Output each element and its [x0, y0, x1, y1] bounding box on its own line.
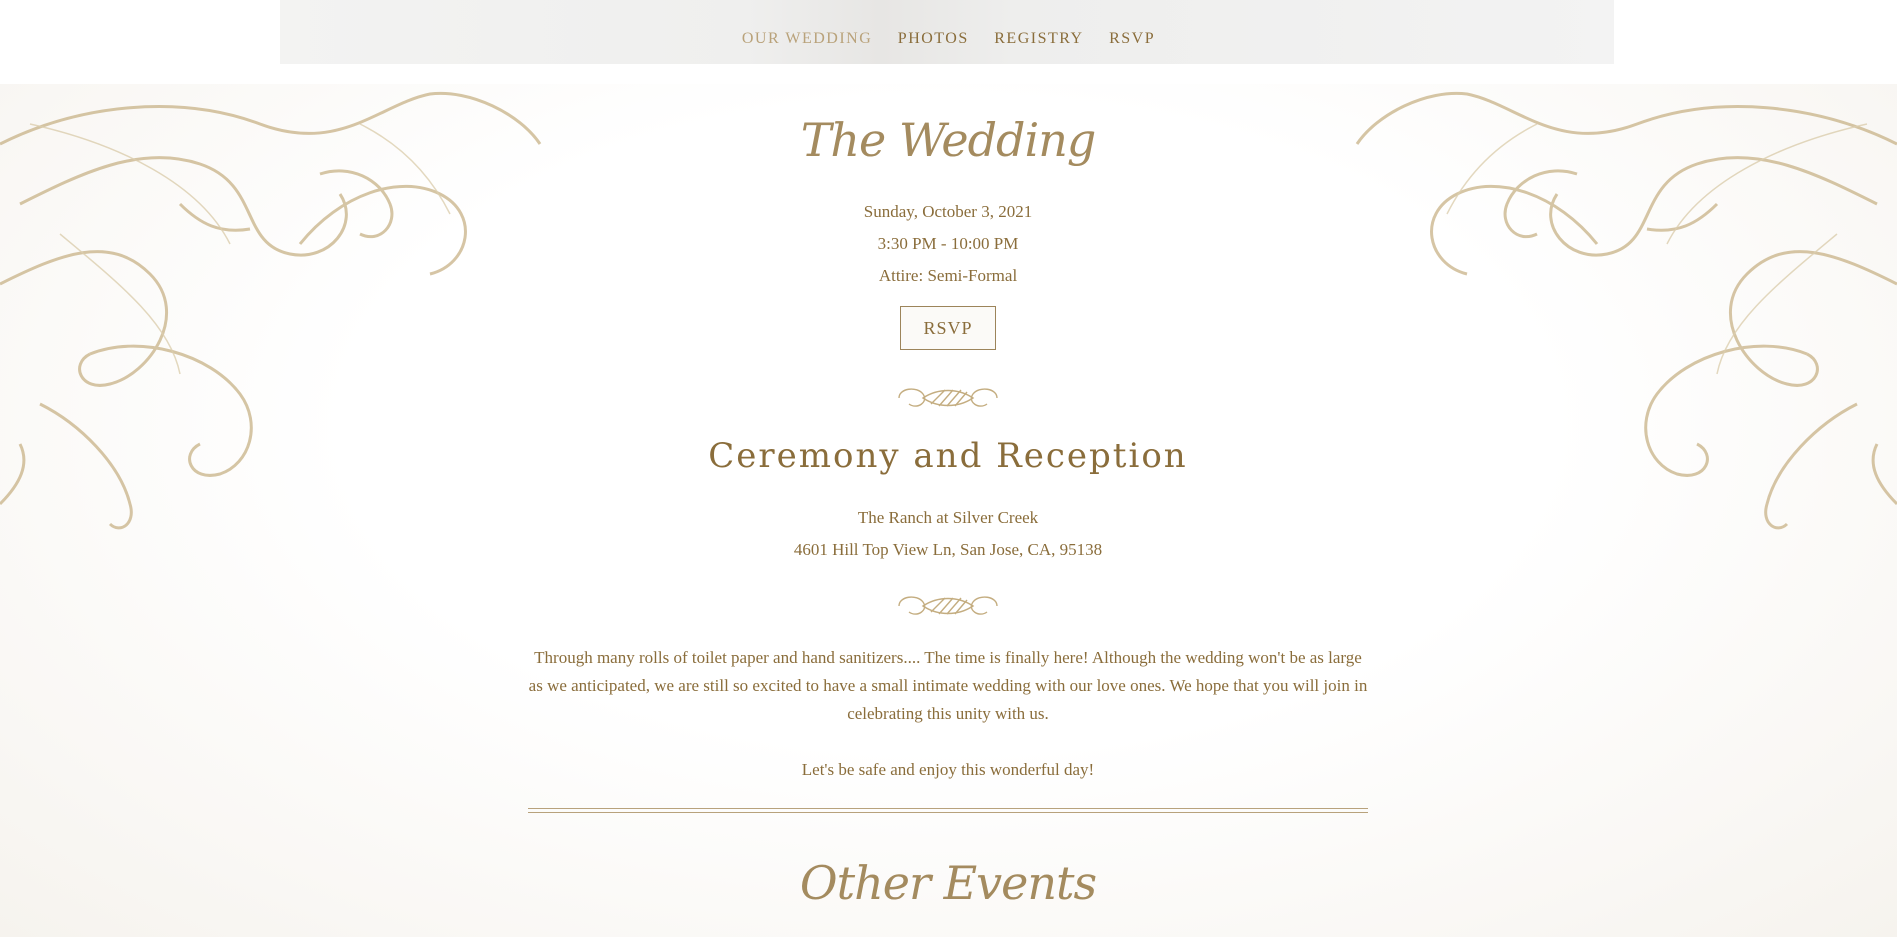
nav-item-registry[interactable]: REGISTRY [994, 30, 1083, 48]
wedding-attire: Attire: Semi-Formal [878, 266, 1018, 285]
header-bar: OUR WEDDING PHOTOS REGISTRY RSVP [0, 0, 1897, 84]
wedding-message: Through many rolls of toilet paper and h… [528, 648, 1368, 723]
ceremony-heading: Ceremony and Reception [708, 436, 1188, 476]
venue-address: 4601 Hill Top View Ln, San Jose, CA, 951… [793, 540, 1103, 559]
other-events-title: Other Events [799, 856, 1097, 910]
flourish-divider-icon [898, 388, 998, 407]
right-gold-filigree-ornament [1355, 91, 1897, 530]
left-gold-filigree-ornament [0, 91, 542, 530]
nav-item-our-wedding[interactable]: OUR WEDDING [742, 30, 872, 48]
wedding-time: 3:30 PM - 10:00 PM [877, 234, 1019, 253]
main-nav: OUR WEDDING PHOTOS REGISTRY RSVP [0, 30, 1897, 48]
main-content: The Wedding Sunday, October 3, 2021 3:30… [528, 100, 1368, 939]
nav-item-photos[interactable]: PHOTOS [898, 30, 969, 48]
flourish-divider-icon [898, 596, 998, 615]
wedding-date: Sunday, October 3, 2021 [863, 202, 1033, 221]
closing-message: Let's be safe and enjoy this wonderful d… [801, 760, 1095, 779]
venue-name: The Ranch at Silver Creek [857, 508, 1039, 527]
section-divider [528, 808, 1368, 813]
rsvp-button[interactable]: RSVP [900, 306, 996, 350]
nav-item-rsvp[interactable]: RSVP [1109, 30, 1155, 48]
wedding-title: The Wedding [800, 113, 1097, 167]
